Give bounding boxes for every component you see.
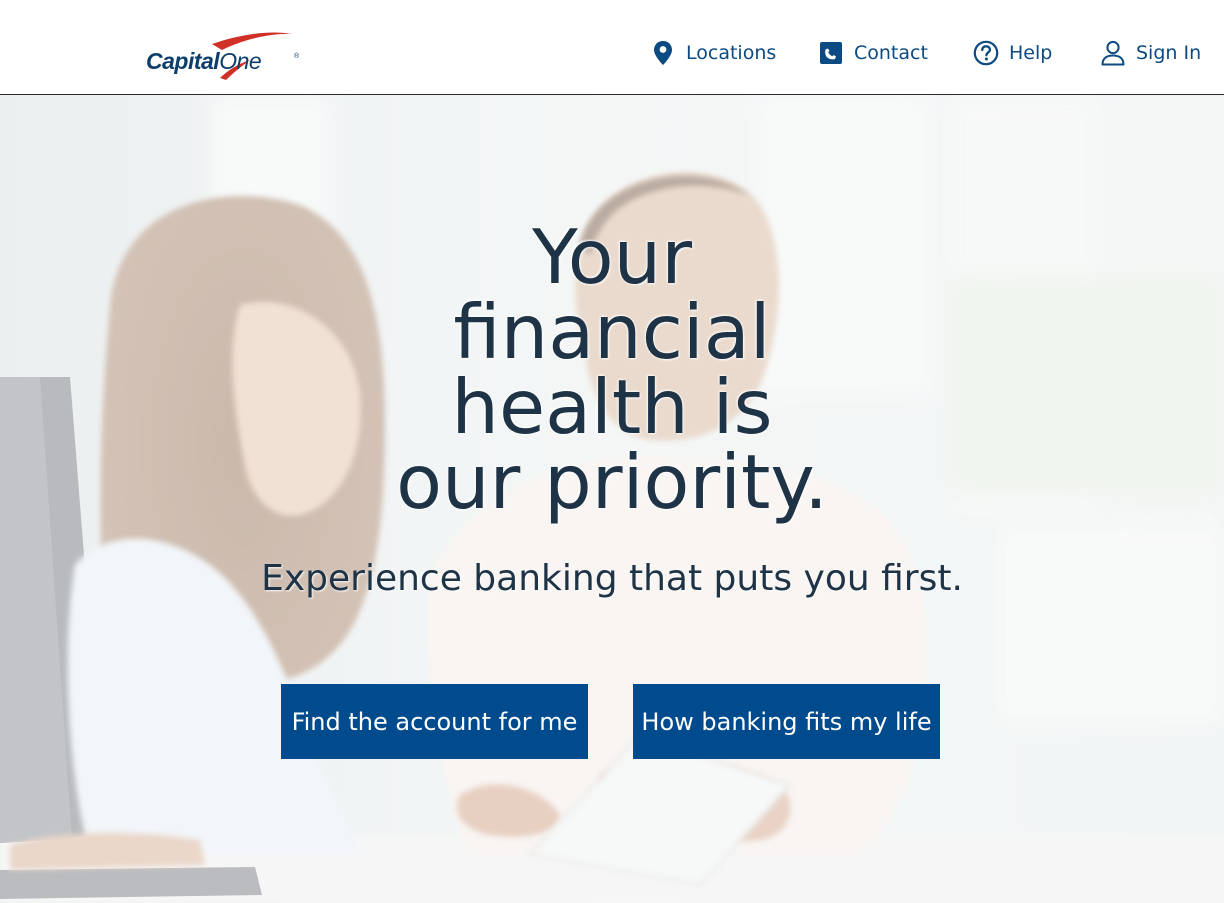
find-account-button[interactable]: Find the account for me bbox=[281, 684, 588, 759]
capital-one-logo[interactable]: CapitalOne ® bbox=[146, 28, 306, 86]
phone-icon bbox=[818, 40, 844, 66]
nav-sign-in[interactable]: Sign In bbox=[1100, 36, 1201, 70]
logo-word-capital: Capital bbox=[146, 48, 220, 74]
nav-sign-in-label: Sign In bbox=[1136, 42, 1202, 64]
logo-wordmark: CapitalOne bbox=[146, 46, 262, 80]
site-header: CapitalOne ® Locations Contact Help Sign… bbox=[0, 0, 1224, 95]
hero-subheadline: Experience banking that puts you first. bbox=[261, 558, 963, 599]
nav-locations[interactable]: Locations bbox=[650, 36, 776, 70]
banking-fits-life-button[interactable]: How banking fits my life bbox=[633, 684, 940, 759]
user-icon bbox=[1100, 40, 1126, 66]
nav-contact-label: Contact bbox=[854, 42, 928, 64]
location-pin-icon bbox=[650, 40, 676, 66]
nav-help[interactable]: Help bbox=[973, 36, 1052, 70]
nav-contact[interactable]: Contact bbox=[818, 36, 928, 70]
hero-headline: Your financial health is our priority. bbox=[396, 213, 828, 526]
hero-section: Your financial health is our priority. E… bbox=[0, 95, 1224, 903]
nav-locations-label: Locations bbox=[686, 42, 777, 64]
hero-headline-wrapper: Your financial health is our priority. bbox=[0, 220, 1224, 520]
help-circle-icon bbox=[973, 40, 999, 66]
logo-word-one: One bbox=[219, 48, 262, 74]
nav-help-label: Help bbox=[1009, 42, 1053, 64]
logo-registered-mark: ® bbox=[294, 53, 300, 60]
